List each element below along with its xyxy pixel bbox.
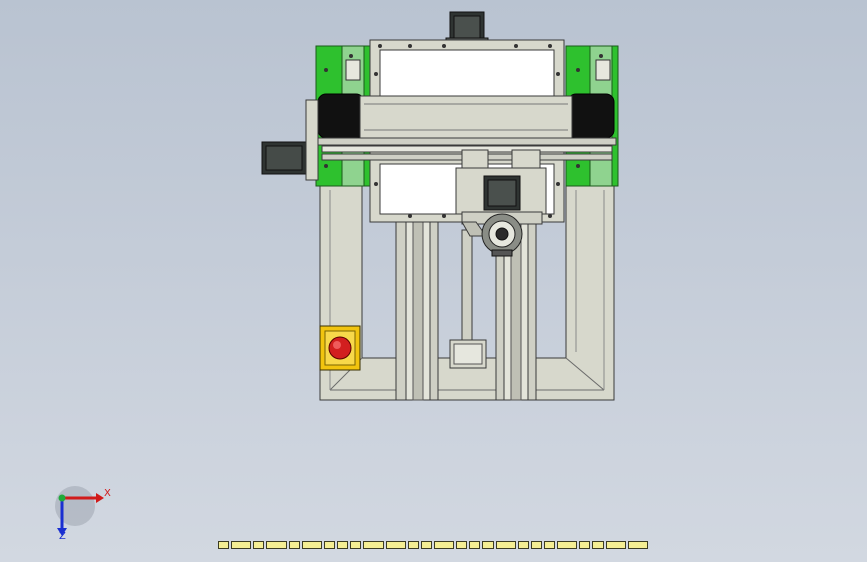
toolbar-button[interactable] [517,541,529,549]
toolbar-button[interactable] [433,541,455,549]
toolbar-button[interactable] [385,541,406,549]
toolbar-button[interactable] [579,541,591,549]
graphics-viewport[interactable]: X Z [0,0,867,562]
toolbar-button[interactable] [605,541,626,549]
toolbar-button[interactable] [557,541,578,549]
toolbar-button[interactable] [253,541,265,549]
x-axis-label: X [104,488,111,499]
toolbar-button[interactable] [337,541,349,549]
toolbar-button[interactable] [288,541,300,549]
orientation-triad [55,486,104,536]
toolbar-button[interactable] [530,541,542,549]
toolbar-button[interactable] [627,541,648,549]
z-axis-label: Z [59,531,66,542]
bottom-toolbar [218,541,648,549]
toolbar-button[interactable] [301,541,322,549]
toolbar-button[interactable] [456,541,468,549]
triad-origin [58,494,66,502]
toolbar-button[interactable] [266,541,287,549]
toolbar-button[interactable] [543,541,556,549]
toolbar-button[interactable] [363,541,384,549]
toolbar-button[interactable] [350,541,362,549]
toolbar-button[interactable] [592,541,604,549]
toolbar-button[interactable] [231,541,252,549]
toolbar-button[interactable] [218,541,230,549]
toolbar-button[interactable] [407,541,419,549]
toolbar-button[interactable] [482,541,494,549]
toolbar-button[interactable] [495,541,516,549]
toolbar-button[interactable] [420,541,432,549]
toolbar-button[interactable] [469,541,481,549]
x-axis-arrowhead [96,493,104,503]
toolbar-button[interactable] [323,541,336,549]
